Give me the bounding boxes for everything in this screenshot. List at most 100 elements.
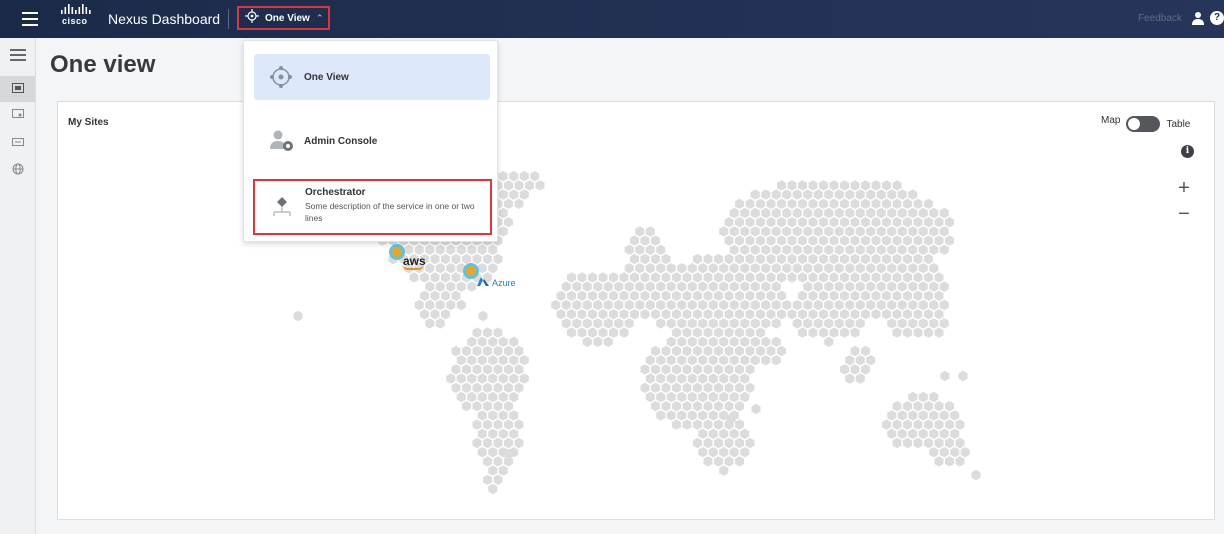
- map-hex: [861, 290, 870, 301]
- map-hex: [934, 419, 944, 430]
- map-hex: [939, 207, 949, 219]
- map-hex: [651, 345, 660, 357]
- map-hex: [834, 244, 844, 255]
- map-hex: [771, 281, 781, 292]
- map-hex: [619, 290, 629, 301]
- map-hex: [735, 235, 744, 246]
- map-hex: [714, 327, 723, 338]
- map-hex: [493, 474, 503, 485]
- nav-menu-icon[interactable]: [10, 49, 26, 61]
- map-hex: [892, 309, 902, 320]
- map-hex: [908, 391, 918, 403]
- map-hex: [766, 309, 776, 320]
- dropdown-item-admin-console[interactable]: Admin Console: [254, 121, 490, 161]
- map-hex: [719, 465, 729, 476]
- map-hex: [819, 180, 828, 191]
- map-hex: [493, 327, 503, 338]
- map-hex: [955, 456, 965, 467]
- view-switcher-button[interactable]: One View ⌃: [237, 6, 330, 30]
- map-hex: [745, 437, 755, 449]
- map-hex: [892, 217, 902, 228]
- map-hex: [876, 281, 886, 292]
- map-hex: [761, 281, 771, 292]
- map-hex: [829, 309, 839, 320]
- map-hex: [903, 437, 912, 449]
- map-hex: [824, 281, 834, 292]
- map-hex: [698, 391, 708, 403]
- map-hex: [829, 253, 839, 265]
- help-icon[interactable]: ?: [1210, 11, 1224, 25]
- map-hex: [672, 345, 681, 357]
- map-hex: [871, 272, 881, 283]
- map-hex: [677, 373, 687, 384]
- map-table-toggle[interactable]: [1126, 116, 1161, 132]
- map-hex: [645, 373, 655, 384]
- map-hex: [708, 299, 718, 311]
- map-hex: [745, 272, 755, 283]
- map-hex: [598, 309, 608, 320]
- info-icon[interactable]: i: [1181, 145, 1194, 158]
- map-hex: [609, 290, 618, 301]
- map-hex: [714, 382, 723, 393]
- map-hex: [934, 401, 944, 412]
- map-hex: [887, 263, 897, 274]
- nav-item-sites[interactable]: [0, 102, 35, 128]
- map-hex: [840, 235, 849, 246]
- zoom-out-button[interactable]: −: [1173, 204, 1195, 226]
- map-hex: [619, 327, 629, 338]
- nav-item-global[interactable]: [0, 158, 35, 184]
- map-hex: [845, 373, 855, 384]
- dropdown-item-orchestrator[interactable]: Orchestrator Some description of the ser…: [253, 179, 492, 235]
- map-hex: [939, 318, 949, 329]
- map-hex: [740, 336, 750, 347]
- map-hex: [661, 309, 671, 320]
- map-hex: [787, 272, 797, 283]
- map-hex: [729, 447, 739, 458]
- zoom-in-button[interactable]: +: [1173, 178, 1195, 200]
- map-hex: [771, 336, 781, 347]
- map-hex: [761, 244, 771, 255]
- map-hex: [493, 401, 503, 412]
- map-hex: [651, 253, 660, 265]
- map-hex: [588, 309, 597, 320]
- map-hex: [509, 373, 519, 384]
- globe-icon: [12, 162, 24, 180]
- map-hex: [519, 171, 529, 182]
- world-map[interactable]: [58, 102, 1216, 521]
- feedback-link[interactable]: Feedback: [1138, 13, 1182, 24]
- map-hex: [803, 263, 813, 274]
- map-hex: [813, 244, 823, 255]
- my-sites-card: My Sites Map Table i + − aws Azure: [57, 101, 1215, 520]
- map-hex: [477, 391, 487, 403]
- map-hex: [435, 244, 445, 255]
- map-hex: [745, 327, 755, 338]
- map-hex: [824, 336, 834, 347]
- dropdown-item-one-view[interactable]: One View: [254, 54, 490, 100]
- nav-item-services[interactable]: [0, 130, 35, 156]
- toggle-knob: [1128, 118, 1141, 130]
- map-hex: [462, 364, 471, 375]
- map-hex: [913, 309, 923, 320]
- map-hex: [703, 437, 713, 449]
- map-hex: [771, 207, 781, 219]
- map-hex: [840, 180, 849, 191]
- map-hex: [958, 370, 968, 382]
- map-hex: [845, 226, 855, 237]
- map-hex: [845, 355, 855, 366]
- user-icon[interactable]: [1191, 11, 1205, 25]
- map-hex: [420, 290, 429, 301]
- map-hex: [735, 217, 744, 228]
- map-hex: [777, 309, 786, 320]
- map-hex: [918, 226, 928, 237]
- map-hex: [456, 391, 466, 403]
- nav-item-overview[interactable]: [0, 76, 35, 102]
- menu-icon[interactable]: [22, 12, 38, 26]
- map-hex: [735, 419, 744, 430]
- map-hex: [714, 345, 723, 357]
- map-hex: [735, 437, 744, 449]
- map-hex: [939, 281, 949, 292]
- map-hex: [887, 318, 897, 329]
- map-hex: [761, 318, 771, 329]
- map-hex: [876, 207, 886, 219]
- map-hex: [708, 428, 718, 439]
